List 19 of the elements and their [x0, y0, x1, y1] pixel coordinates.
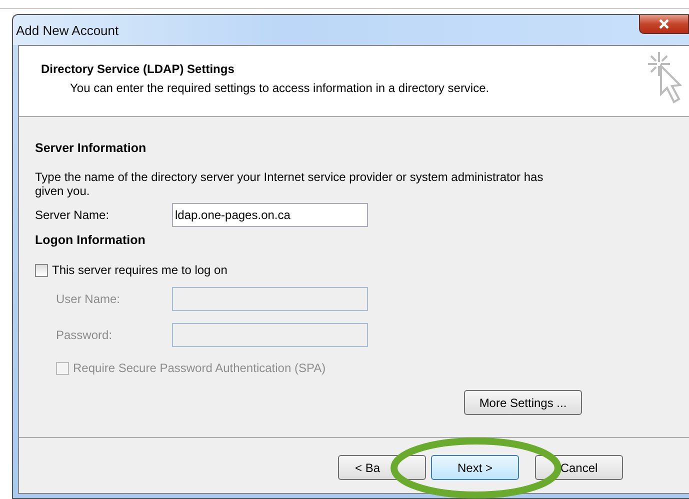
field-label: User Name: — [55, 292, 122, 306]
page-title: Directory Service (LDAP) Settings — [41, 62, 236, 76]
dialog-button[interactable]: Next > — [431, 455, 519, 480]
server-name-field[interactable]: ldap.one-pages.on.ca — [172, 203, 368, 227]
close-icon — [659, 19, 669, 29]
window-title: Add New Account — [16, 23, 119, 38]
more-settings-button[interactable]: More Settings ... — [464, 390, 582, 415]
section-heading: Logon Information — [35, 233, 146, 247]
checkbox-label: This server requires me to log on — [52, 263, 228, 277]
page-subtitle: You can enter the required settings to access information in a directory service. — [70, 81, 490, 95]
section-description: Type the name of the directory server your Internet service provider or system administrator has given you. — [35, 170, 544, 198]
section-heading: Server Information — [35, 141, 148, 155]
close-button[interactable] — [639, 15, 689, 34]
dialog-button[interactable]: < Ba — [338, 455, 426, 480]
field-label: Server Name: — [35, 208, 110, 222]
checkbox[interactable] — [35, 264, 48, 276]
dialog-button[interactable]: Cancel — [535, 455, 623, 480]
checkbox-label: Require Secure Password Authentication (SPA) — [73, 361, 326, 375]
field-label: Password: — [55, 328, 114, 342]
